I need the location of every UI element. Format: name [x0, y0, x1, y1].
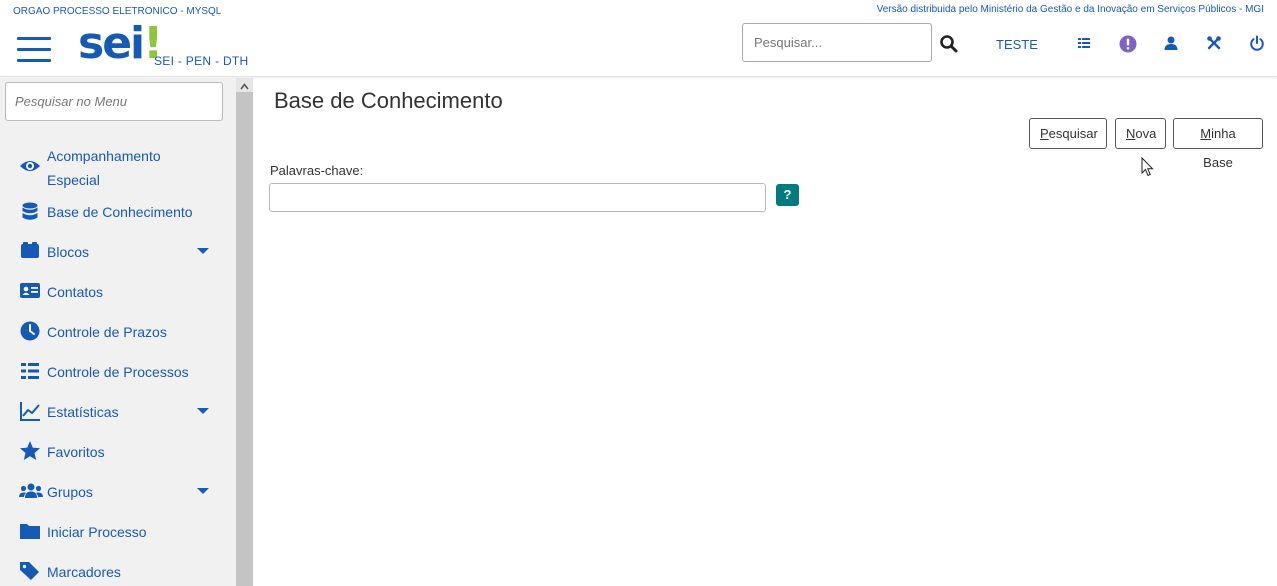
- users-icon: [19, 483, 43, 498]
- user-name[interactable]: TESTE: [996, 37, 1038, 52]
- clock-icon: [20, 321, 40, 341]
- sidebar-item-label: Controle de Prazos: [47, 324, 167, 340]
- organization-name: ORGAO PROCESSO ELETRONICO - MYSQL: [13, 6, 222, 17]
- chart-line-icon: [20, 402, 40, 421]
- search-input[interactable]: [742, 23, 932, 62]
- tag-icon: [20, 562, 39, 580]
- sidebar-item-controle-de-prazos[interactable]: Controle de Prazos: [0, 320, 236, 344]
- sidebar-item-blocos[interactable]: Blocos: [0, 240, 236, 264]
- eye-icon: [20, 161, 40, 171]
- sidebar-item-label: Blocos: [47, 244, 90, 260]
- list-icon: [21, 363, 39, 379]
- sidebar-item-label: Controle de Processos: [47, 364, 189, 380]
- pesquisar-button[interactable]: Pesquisar: [1029, 118, 1107, 149]
- sidebar-item-label: Marcadores: [47, 564, 121, 580]
- sidebar-item-label: Estatísticas: [47, 404, 119, 420]
- sidebar-scrollbar[interactable]: [236, 78, 253, 586]
- alert-icon[interactable]: [1119, 35, 1137, 53]
- chevron-down-icon[interactable]: [197, 248, 209, 254]
- sidebar-item-label: Acompanhamento: [47, 148, 161, 164]
- sei-logo[interactable]: sei!: [78, 22, 163, 66]
- chevron-down-icon[interactable]: [197, 488, 209, 494]
- folder-icon: [20, 524, 40, 539]
- sidebar-item-label: Favoritos: [47, 444, 105, 460]
- blocks-icon: [21, 242, 39, 258]
- mouse-cursor-icon: [1141, 157, 1154, 177]
- version-notice: Versão distribuida pelo Ministério da Ge…: [876, 4, 1264, 15]
- sidebar-item-estatisticas[interactable]: Estatísticas: [0, 400, 236, 424]
- page-title: Base de Conhecimento: [274, 88, 503, 113]
- scroll-up-icon[interactable]: [240, 82, 249, 91]
- top-header: ORGAO PROCESSO ELETRONICO - MYSQL Versão…: [0, 0, 1277, 77]
- sidebar-item-label: Grupos: [47, 484, 93, 500]
- tools-icon[interactable]: [1206, 35, 1222, 51]
- sidebar-item-label: Especial: [47, 172, 100, 188]
- sidebar-menu: Acompanhamento Especial Base de Conhecim…: [0, 78, 236, 586]
- sidebar-item-label: Contatos: [47, 284, 104, 300]
- sidebar-item-grupos[interactable]: Grupos: [0, 480, 236, 504]
- contact-card-icon: [20, 283, 40, 298]
- search-icon[interactable]: [939, 34, 959, 54]
- sidebar-item-contatos[interactable]: Contatos: [0, 280, 236, 304]
- sidebar-item-favoritos[interactable]: Favoritos: [0, 440, 236, 464]
- chevron-down-icon[interactable]: [197, 408, 209, 414]
- sidebar-item-controle-de-processos[interactable]: Controle de Processos: [0, 360, 236, 384]
- help-button[interactable]: ?: [776, 184, 799, 206]
- scrollbar-thumb[interactable]: [236, 92, 253, 586]
- star-icon: [20, 441, 40, 460]
- user-icon[interactable]: [1163, 35, 1179, 51]
- sidebar-item-iniciar-processo[interactable]: Iniciar Processo: [0, 520, 236, 544]
- keywords-label: Palavras-chave:: [270, 163, 364, 178]
- nova-button[interactable]: Nova: [1115, 118, 1166, 149]
- system-subtitle: SEI - PEN - DTH: [154, 54, 249, 68]
- keywords-input[interactable]: [269, 183, 766, 212]
- sidebar-item-marcadores[interactable]: Marcadores: [0, 560, 236, 584]
- grid-icon[interactable]: [1076, 35, 1092, 51]
- power-icon[interactable]: [1249, 35, 1265, 51]
- database-icon: [22, 202, 38, 220]
- sidebar-item-label: Iniciar Processo: [47, 524, 147, 540]
- minha-base-button[interactable]: Minha Base: [1173, 118, 1263, 170]
- menu-toggle-icon[interactable]: [17, 37, 51, 63]
- sidebar-item-label: Base de Conhecimento: [47, 204, 193, 220]
- sidebar-item-acompanhamento-especial[interactable]: Acompanhamento Especial: [0, 144, 236, 192]
- sidebar-item-base-de-conhecimento[interactable]: Base de Conhecimento: [0, 200, 236, 224]
- menu-search-input[interactable]: [5, 82, 223, 121]
